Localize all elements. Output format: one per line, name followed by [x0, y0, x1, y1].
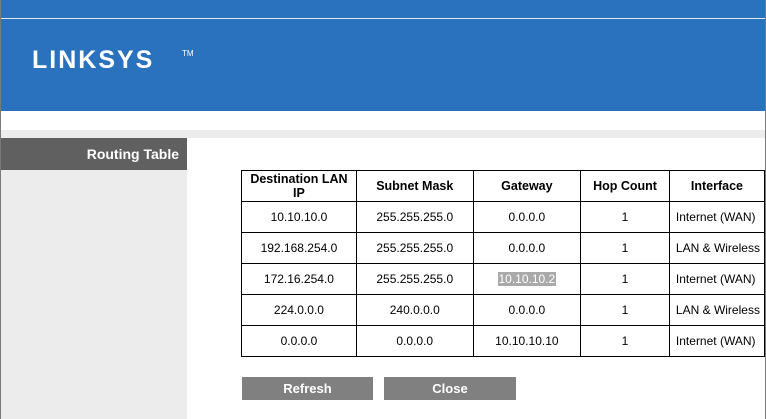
table-row: 224.0.0.0 240.0.0.0 0.0.0.0 1 LAN & Wire…: [241, 294, 765, 326]
cell-hop-count: 1: [580, 201, 670, 233]
cell-gateway: 0.0.0.0: [472, 232, 582, 264]
cell-destination: 192.168.254.0: [241, 232, 357, 264]
column-header-hop-count: Hop Count: [580, 170, 670, 202]
cell-subnet-mask: 255.255.255.0: [355, 232, 474, 264]
cell-destination: 0.0.0.0: [241, 325, 357, 357]
router-admin-window: LINKSYS TM Routing Table Destination LAN…: [0, 0, 766, 419]
cell-interface: LAN & Wireless: [668, 294, 765, 326]
close-button[interactable]: Close: [384, 377, 516, 400]
table-row: 172.16.254.0 255.255.255.0 10.10.10.2 1 …: [241, 263, 765, 295]
sidebar-item-routing-table[interactable]: Routing Table: [1, 138, 187, 170]
linksys-logo: LINKSYS: [32, 46, 155, 74]
cell-interface: Internet (WAN): [668, 325, 765, 357]
cell-destination: 10.10.10.0: [241, 201, 357, 233]
header-gap: [1, 111, 765, 130]
cell-subnet-mask: 255.255.255.0: [355, 263, 474, 295]
cell-hop-count: 1: [580, 232, 670, 264]
cell-hop-count: 1: [580, 325, 670, 357]
cell-subnet-mask: 255.255.255.0: [355, 201, 474, 233]
cell-subnet-mask: 0.0.0.0: [355, 325, 474, 357]
column-header-destination: Destination LAN IP: [241, 170, 357, 202]
cell-interface: Internet (WAN): [668, 263, 765, 295]
cell-interface: LAN & Wireless: [668, 232, 765, 264]
cell-destination: 172.16.254.0: [241, 263, 357, 295]
cell-hop-count: 1: [580, 263, 670, 295]
cell-destination: 224.0.0.0: [241, 294, 357, 326]
column-header-gateway: Gateway: [472, 170, 582, 202]
cell-gateway: 0.0.0.0: [472, 294, 582, 326]
table-row: 0.0.0.0 0.0.0.0 10.10.10.10 1 Internet (…: [241, 325, 765, 357]
cell-subnet-mask: 240.0.0.0: [355, 294, 474, 326]
table-row: 10.10.10.0 255.255.255.0 0.0.0.0 1 Inter…: [241, 201, 765, 233]
table-header-row: Destination LAN IP Subnet Mask Gateway H…: [241, 170, 765, 202]
sidebar: Routing Table: [1, 138, 187, 419]
cell-gateway: 10.10.10.2: [472, 263, 582, 295]
refresh-button[interactable]: Refresh: [242, 377, 373, 400]
cell-interface: Internet (WAN): [668, 201, 765, 233]
selected-gateway-text: 10.10.10.2: [497, 272, 557, 286]
header-top-strip: [1, 0, 765, 19]
trademark-mark: TM: [182, 49, 194, 58]
table-row: 192.168.254.0 255.255.255.0 0.0.0.0 1 LA…: [241, 232, 765, 264]
routing-table: Destination LAN IP Subnet Mask Gateway H…: [241, 170, 765, 357]
cell-hop-count: 1: [580, 294, 670, 326]
column-header-interface: Interface: [668, 170, 765, 202]
content-top-band: [1, 130, 765, 138]
header-bar: LINKSYS TM: [1, 0, 765, 111]
column-header-subnet-mask: Subnet Mask: [355, 170, 474, 202]
cell-gateway: 0.0.0.0: [472, 201, 582, 233]
cell-gateway: 10.10.10.10: [472, 325, 582, 357]
routing-table-panel: Destination LAN IP Subnet Mask Gateway H…: [187, 138, 765, 419]
